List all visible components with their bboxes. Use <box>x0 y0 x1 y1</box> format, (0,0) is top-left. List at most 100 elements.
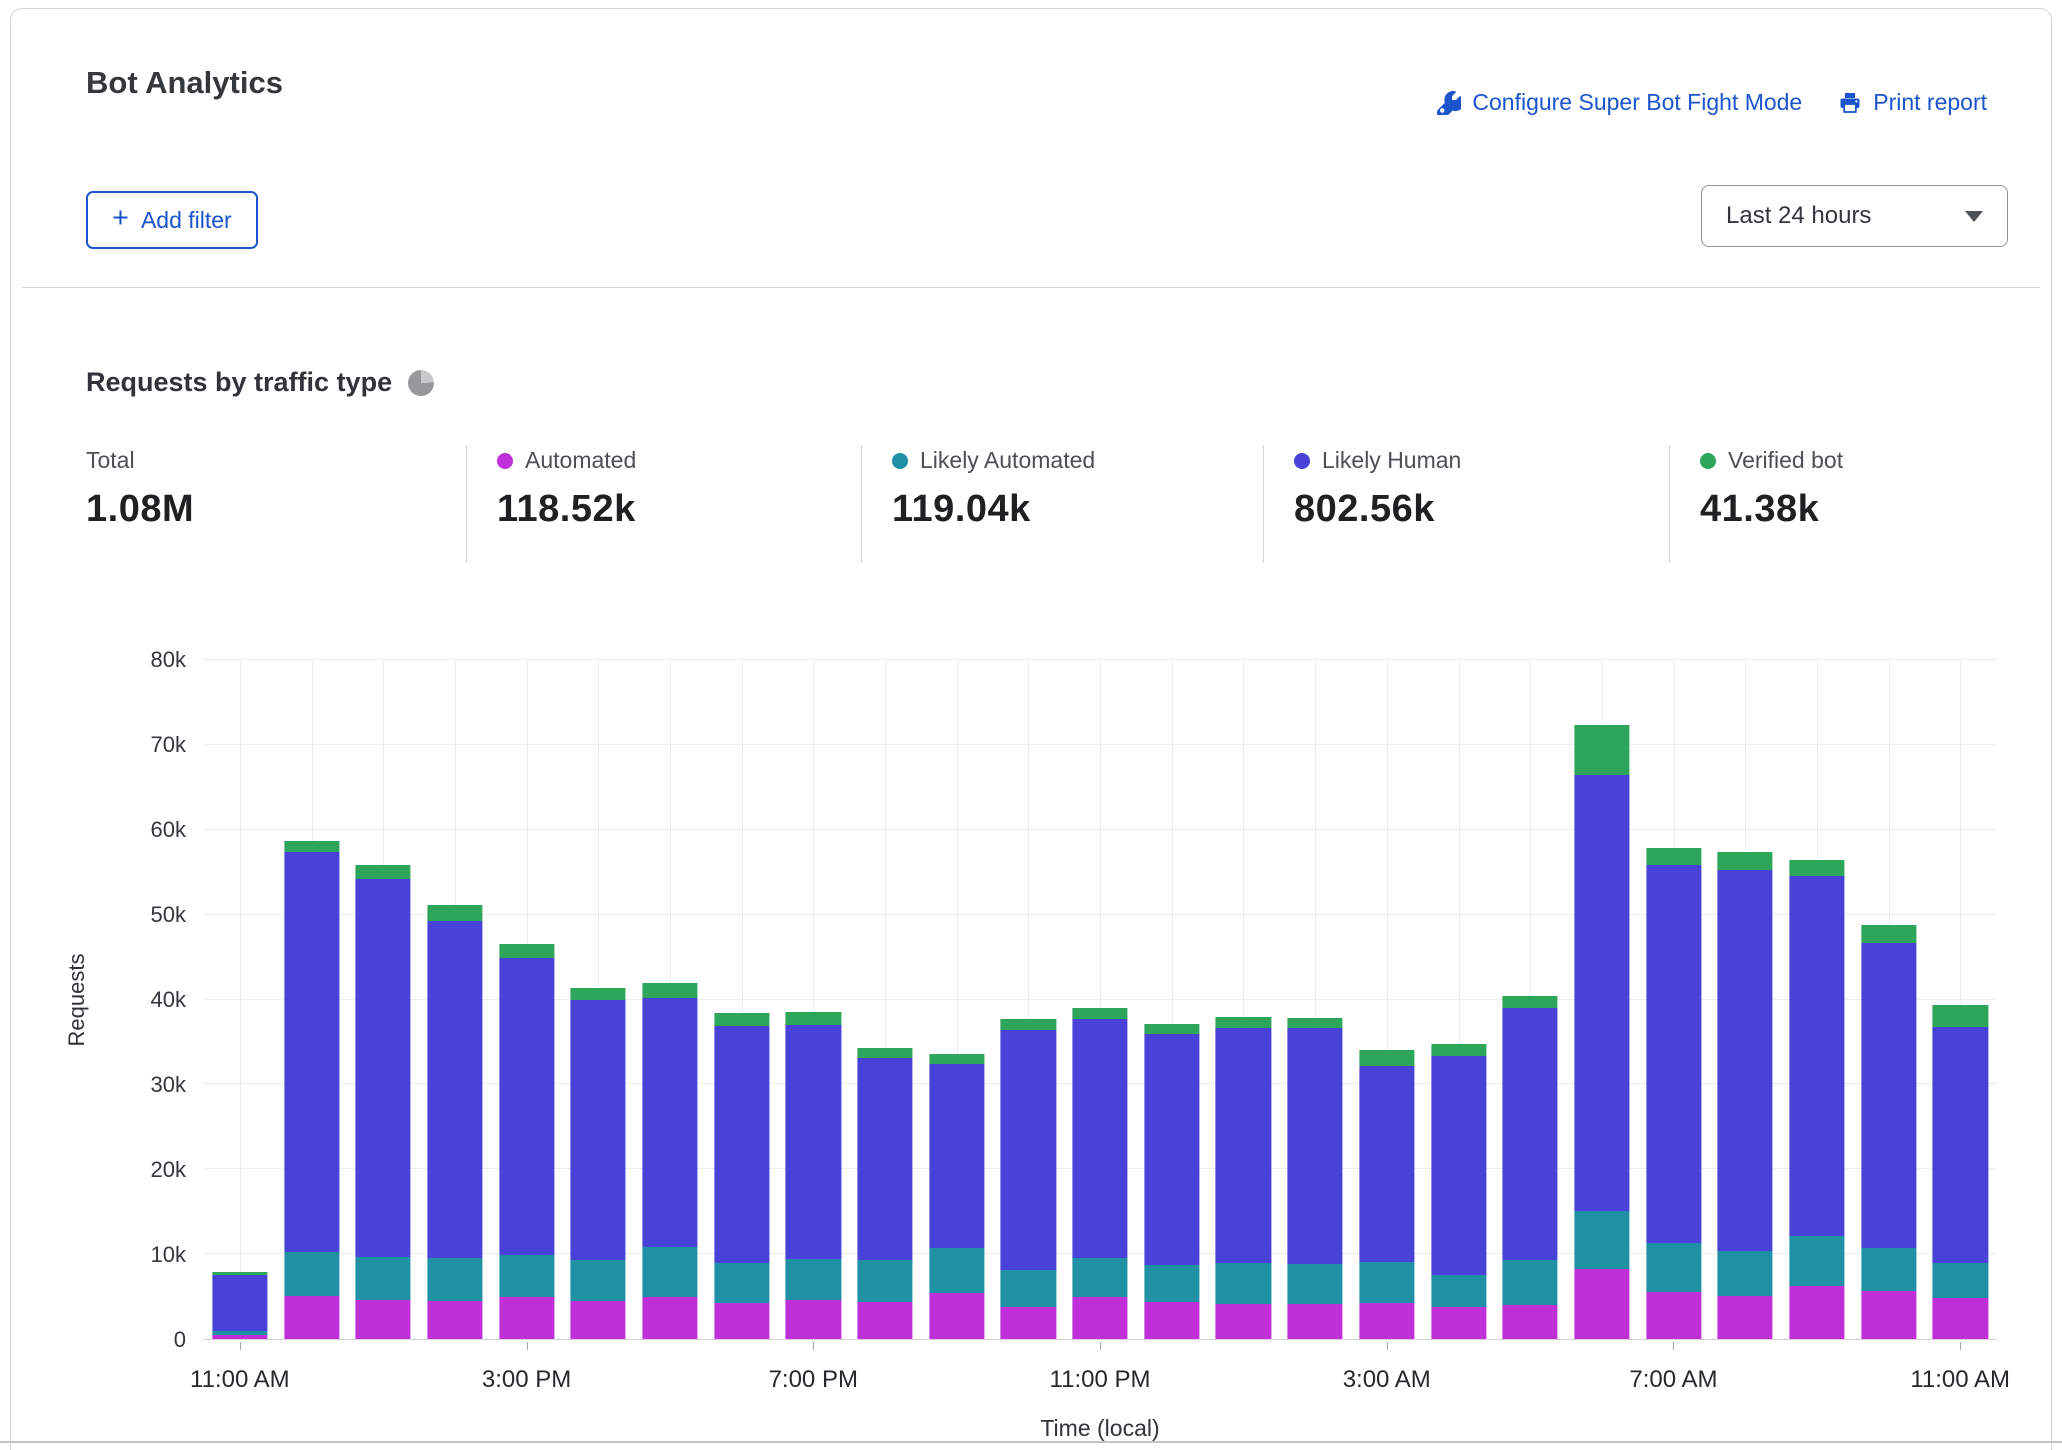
stacked-bar-10[interactable] <box>857 660 912 1339</box>
bar-11-segment-automated <box>929 1293 984 1339</box>
time-range-select[interactable]: Last 24 hours <box>1701 185 2008 247</box>
bar-slot <box>419 660 491 1339</box>
stacked-bar-20[interactable] <box>1574 660 1629 1339</box>
bar-5-segment-likely-human <box>499 958 554 1255</box>
bar-21-segment-automated <box>1646 1292 1701 1339</box>
bar-21-segment-likely-automated <box>1646 1243 1701 1292</box>
bar-slot <box>491 660 563 1339</box>
configure-super-bot-fight-mode-link[interactable]: Configure Super Bot Fight Mode <box>1437 89 1802 116</box>
bar-15-segment-likely-automated <box>1216 1263 1271 1304</box>
stat-total-label: Total <box>86 447 135 474</box>
stacked-bar-6[interactable] <box>571 660 626 1339</box>
bar-18-segment-verified-bot <box>1431 1044 1486 1056</box>
stacked-bar-13[interactable] <box>1073 660 1128 1339</box>
bar-slot <box>1423 660 1495 1339</box>
page-title: Bot Analytics <box>86 65 283 101</box>
bar-slot <box>1925 660 1997 1339</box>
bar-19-segment-likely-human <box>1503 1008 1558 1260</box>
stacked-bar-4[interactable] <box>427 660 482 1339</box>
bar-9-segment-verified-bot <box>786 1012 841 1025</box>
bar-15-segment-likely-human <box>1216 1028 1271 1264</box>
stacked-bar-19[interactable] <box>1503 660 1558 1339</box>
bar-2-segment-verified-bot <box>284 841 339 852</box>
bar-16-segment-likely-automated <box>1288 1264 1343 1304</box>
plot-area <box>204 660 1996 1340</box>
stacked-bar-5[interactable] <box>499 660 554 1339</box>
bar-11-segment-likely-automated <box>929 1248 984 1293</box>
bar-3-segment-automated <box>356 1300 411 1339</box>
bar-20-segment-likely-automated <box>1574 1211 1629 1269</box>
bar-22-segment-likely-human <box>1718 870 1773 1251</box>
stat-automated-value: 118.52k <box>497 488 861 531</box>
x-tick-mark <box>1673 1342 1674 1350</box>
bar-5-segment-automated <box>499 1297 554 1339</box>
stacked-bar-14[interactable] <box>1144 660 1199 1339</box>
stat-verified-bot: Verified bot 41.38k <box>1669 445 1998 563</box>
bar-10-segment-automated <box>857 1302 912 1339</box>
bar-3-segment-likely-automated <box>356 1257 411 1300</box>
stacked-bar-24[interactable] <box>1861 660 1916 1339</box>
bar-17-segment-likely-automated <box>1359 1262 1414 1304</box>
verified-bot-legend-dot <box>1700 453 1716 469</box>
stacked-bar-7[interactable] <box>642 660 697 1339</box>
bar-25-segment-automated <box>1933 1298 1988 1339</box>
bar-9-segment-likely-automated <box>786 1259 841 1300</box>
stacked-bar-23[interactable] <box>1789 660 1844 1339</box>
bar-11-segment-verified-bot <box>929 1054 984 1064</box>
bar-8-segment-likely-human <box>714 1026 769 1264</box>
header-divider <box>22 287 2040 288</box>
stat-total: Total 1.08M <box>86 445 466 563</box>
pie-chart-icon <box>408 370 434 396</box>
stacked-bar-18[interactable] <box>1431 660 1486 1339</box>
bar-7-segment-likely-human <box>642 998 697 1247</box>
bar-4-segment-likely-automated <box>427 1258 482 1300</box>
stacked-bar-8[interactable] <box>714 660 769 1339</box>
stacked-bar-3[interactable] <box>356 660 411 1339</box>
bar-21-segment-verified-bot <box>1646 848 1701 865</box>
traffic-type-stats: Total 1.08M Automated 118.52k Likely Aut… <box>86 445 1998 563</box>
y-tick-label: 50k <box>151 902 186 928</box>
stacked-bar-9[interactable] <box>786 660 841 1339</box>
add-filter-button[interactable]: + Add filter <box>86 191 258 249</box>
bar-23-segment-automated <box>1789 1286 1844 1339</box>
bar-17-segment-verified-bot <box>1359 1050 1414 1066</box>
stacked-bar-17[interactable] <box>1359 660 1414 1339</box>
print-report-link[interactable]: Print report <box>1838 89 1987 116</box>
header-actions: Configure Super Bot Fight Mode Print rep… <box>1437 89 1987 116</box>
x-tick-label: 7:00 AM <box>1629 1366 1717 1394</box>
bar-19-segment-automated <box>1503 1305 1558 1339</box>
bar-18-segment-likely-human <box>1431 1056 1486 1275</box>
stacked-bar-22[interactable] <box>1718 660 1773 1339</box>
bar-slot <box>1494 660 1566 1339</box>
stat-automated: Automated 118.52k <box>466 445 861 563</box>
bar-slot <box>276 660 348 1339</box>
bar-13-segment-likely-automated <box>1073 1258 1128 1297</box>
bar-12-segment-automated <box>1001 1307 1056 1339</box>
bar-18-segment-automated <box>1431 1307 1486 1339</box>
stacked-bar-2[interactable] <box>284 660 339 1339</box>
stacked-bar-25[interactable] <box>1933 660 1988 1339</box>
bar-6-segment-likely-automated <box>571 1260 626 1301</box>
y-tick-label: 30k <box>151 1072 186 1098</box>
bar-slot <box>1853 660 1925 1339</box>
likely-automated-legend-dot <box>892 453 908 469</box>
plus-icon: + <box>112 204 129 233</box>
time-range-value: Last 24 hours <box>1726 202 1871 230</box>
stacked-bar-12[interactable] <box>1001 660 1056 1339</box>
bot-analytics-card: Bot Analytics Configure Super Bot Fight … <box>10 8 2052 1450</box>
bar-25-segment-likely-human <box>1933 1027 1988 1264</box>
bar-slot <box>706 660 778 1339</box>
bar-slot <box>1136 660 1208 1339</box>
y-tick-label: 80k <box>151 647 186 673</box>
stacked-bar-11[interactable] <box>929 660 984 1339</box>
x-axis-title: Time (local) <box>1040 1415 1159 1442</box>
bar-7-segment-automated <box>642 1297 697 1339</box>
stacked-bar-15[interactable] <box>1216 660 1271 1339</box>
stacked-bar-21[interactable] <box>1646 660 1701 1339</box>
stacked-bar-16[interactable] <box>1288 660 1343 1339</box>
bar-17-segment-automated <box>1359 1303 1414 1339</box>
bar-8-segment-likely-automated <box>714 1263 769 1302</box>
bar-10-segment-likely-automated <box>857 1260 912 1302</box>
bar-slot <box>1351 660 1423 1339</box>
stacked-bar-1[interactable] <box>212 660 267 1339</box>
